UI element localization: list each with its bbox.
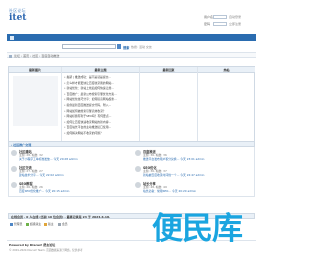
legend-label: 会员: [62, 222, 68, 226]
member-icon: [58, 222, 61, 226]
latest-images-column: 最新图片: [9, 67, 62, 144]
legend-label: 版主: [48, 222, 54, 226]
hot-search-links[interactable]: 热搜: 活动 交友: [131, 45, 152, 49]
online-members-title[interactable]: 在线会员 · 0 人在线 (当前 19 位会员) · 最高记录是 24 于 20…: [11, 215, 110, 219]
forum-item[interactable]: 社区建站 主题: 28, 帖数: 32 关于小程序工单标准发放… 今天 20:2…: [9, 148, 129, 163]
home-icon[interactable]: [10, 35, 14, 40]
search-input[interactable]: [62, 44, 116, 49]
search-bar: 搜索 热搜: 活动 交友: [7, 43, 256, 50]
forum-last-post[interactable]: 新站被百度收录时间线一个… 今天 22:47 admin: [143, 173, 204, 177]
image-slideshow[interactable]: [13, 76, 58, 126]
legend-item: 版主: [44, 222, 54, 226]
forum-last-post[interactable]: 建站技术分享… 今天 22:02 admin: [19, 173, 64, 177]
login-panel: 用户名 自动登录 密码 立即注册: [204, 14, 256, 28]
latest-topics-column: 最新主题 • 奥斯 | 推送成功：是不是就是提交… • 怎么样才能更快让百度收录…: [62, 67, 140, 144]
username-label: 用户名: [204, 15, 214, 19]
forum-last-post[interactable]: 关于小程序工单标准发放… 今天 20:28 admin: [19, 157, 78, 161]
topic-list: • 奥斯 | 推送成功：是不是就是提交… • 怎么样才能更快让百度收录我的网站……: [64, 75, 139, 137]
column-title: 最新主题: [94, 68, 107, 73]
forum-icon: [135, 182, 141, 188]
remember-option[interactable]: 自动登录: [229, 15, 241, 19]
forum-last-post[interactable]: 百度SEO优化推广… 今天 20:15 admin: [19, 189, 69, 193]
column-title: 最新回复: [162, 68, 175, 73]
forum-item[interactable]: 百度推送 主题: 36, 帖数: 36 推送平台发布用户积分兑换… 今天 23:…: [133, 148, 253, 163]
super-moderator-icon: [26, 222, 29, 226]
list-item[interactable]: • 如何解决网站不收录的问题？: [64, 131, 139, 137]
watermark-text: 便民库: [152, 211, 243, 247]
footer-powered-by[interactable]: Powered by Discuz! 帮友论坛: [9, 243, 55, 247]
legend-label: 管理员: [14, 222, 23, 226]
column-title: 最新图片: [28, 68, 41, 73]
forum-item[interactable]: SEO优化 主题: 36, 帖数: 37 新站被百度收录时间线一个… 今天 22…: [133, 164, 253, 179]
portal-dashboard: 最新图片 最新主题 • 奥斯 | 推送成功：是不是就是提交… • 怎么样才能更快…: [8, 66, 255, 144]
hot-posts-column: 热帖: [198, 67, 255, 144]
register-link[interactable]: 立即注册: [229, 22, 241, 26]
forum-last-post[interactable]: 推送平台发布用户积分兑换… 今天 23:01 admin: [143, 157, 204, 161]
site-logo[interactable]: 社区论坛 itet: [9, 8, 31, 24]
password-label: 密码: [204, 22, 211, 26]
breadcrumb-text[interactable]: 论坛 › 首页 › 社区 › 百度自动推送: [14, 54, 59, 58]
search-icon[interactable]: [117, 44, 121, 49]
logo-main-text: itet: [9, 13, 27, 23]
admin-icon: [10, 222, 13, 226]
forum-icon: [11, 166, 17, 172]
forum-last-post[interactable]: 站长必备：常用SEO… 今天 20:20 admin: [143, 189, 196, 193]
moderator-icon: [44, 222, 47, 226]
column-title: 热帖: [223, 68, 230, 73]
forum-icon: [135, 150, 141, 156]
search-button[interactable]: 搜索: [123, 45, 129, 50]
site-header: 社区论坛 itet 用户名 自动登录 密码 立即注册: [7, 0, 256, 34]
forum-item[interactable]: SEO教程 主题: 26, 帖数: 26 百度SEO优化推广… 今天 20:15…: [9, 180, 129, 195]
forum-list: 社区建站 主题: 28, 帖数: 32 关于小程序工单标准发放… 今天 20:2…: [8, 147, 255, 197]
legend-label: 超级版主: [30, 222, 42, 226]
username-input[interactable]: [213, 15, 227, 19]
main-nav-bar: [7, 34, 256, 41]
legend-item: 超级版主: [26, 222, 41, 226]
home-crumb-icon[interactable]: [9, 54, 12, 58]
forum-icon: [11, 182, 17, 188]
breadcrumb: 论坛 › 首页 › 社区 › 百度自动推送: [7, 52, 256, 58]
forum-icon: [135, 166, 141, 172]
forum-item[interactable]: 社区交流 主题: 27, 帖数: 27 建站技术分享… 今天 22:02 adm…: [9, 164, 129, 179]
forum-icon: [11, 150, 17, 156]
password-input[interactable]: [213, 22, 227, 26]
forum-item[interactable]: 站长分享 主题: 48, 帖数: 49 站长必备：常用SEO… 今天 20:20…: [133, 180, 253, 195]
latest-replies-column: 最新回复: [140, 67, 198, 144]
footer-copyright: © 2001-2024 Discuz! Team. 页面数据来源于网络，仅供参考: [9, 248, 83, 252]
legend-item: 会员: [58, 222, 68, 226]
legend-item: 管理员: [10, 222, 22, 226]
